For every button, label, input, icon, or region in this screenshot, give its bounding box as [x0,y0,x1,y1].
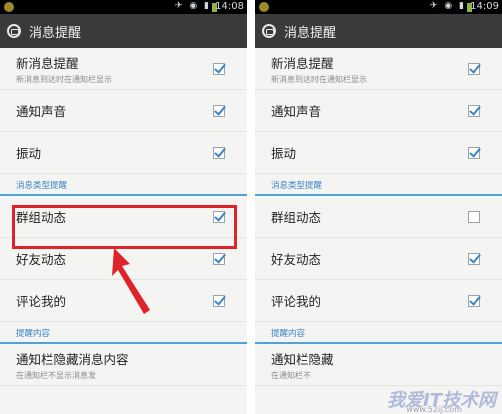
setting-sub: 在通知栏不显示消息发 [16,370,96,380]
setting-label: 评论我的 [16,294,67,309]
setting-hide-content[interactable]: 通知栏隐藏 在通知栏不 [255,344,502,386]
setting-label: 好友动态 [271,252,322,267]
checkbox-comments[interactable] [213,294,225,307]
checkbox-vibrate[interactable] [213,146,225,159]
setting-friend-activity[interactable]: 好友动态 [255,238,502,280]
setting-label: 振动 [271,146,297,161]
watermark-url: www.52ij.com [406,405,462,414]
status-bar: ✈ ◉ ▮ 14:09 [255,0,502,14]
setting-label: 通知声音 [16,104,67,119]
section-message-type: 消息类型提醒 [255,174,502,196]
app-icon[interactable] [7,24,21,38]
setting-new-message[interactable]: 新消息提醒 新消息到达时在通知栏显示 [0,48,247,90]
checkbox-new-message[interactable] [213,62,225,75]
status-time: 14:09 [470,1,499,12]
section-content: 提醒内容 [0,322,247,344]
setting-label: 通知声音 [271,104,322,119]
section-label: 提醒内容 [16,329,51,339]
checkbox-new-message[interactable] [468,62,480,75]
highlight-box [12,205,237,249]
red-arrow-icon [112,248,150,314]
checkbox-friend-activity[interactable] [213,252,225,265]
setting-sub: 新消息到达时在通知栏显示 [271,74,367,84]
section-label: 提醒内容 [271,329,306,339]
checkbox-vibrate[interactable] [468,146,480,159]
section-content: 提醒内容 [255,322,502,344]
notification-icon [259,2,269,12]
setting-label: 好友动态 [16,252,67,267]
setting-sound[interactable]: 通知声音 [255,90,502,132]
checkbox-comments[interactable] [468,294,480,307]
section-message-type: 消息类型提醒 [0,174,247,196]
setting-label: 通知栏隐藏消息内容 [16,351,129,367]
settings-list: 新消息提醒 新消息到达时在通知栏显示 通知声音 振动 消息类型提醒 群组动态 好… [255,48,502,386]
checkbox-group-activity[interactable] [468,210,480,223]
setting-hide-content[interactable]: 通知栏隐藏消息内容 在通知栏不显示消息发 [0,344,247,386]
page-title: 消息提醒 [284,25,337,41]
setting-label: 通知栏隐藏 [271,351,334,367]
section-label: 消息类型提醒 [271,181,323,191]
page-title: 消息提醒 [29,25,82,41]
setting-label: 新消息提醒 [271,55,334,71]
setting-label: 评论我的 [271,294,322,309]
setting-sound[interactable]: 通知声音 [0,90,247,132]
notification-icon [4,2,14,12]
setting-sub: 在通知栏不 [271,370,311,380]
setting-new-message[interactable]: 新消息提醒 新消息到达时在通知栏显示 [255,48,502,90]
setting-vibrate[interactable]: 振动 [255,132,502,174]
phone-left: ✈ ◉ ▮ 14:08 消息提醒 新消息提醒 新消息到达时在通知栏显示 通知声音… [0,0,247,414]
setting-sub: 新消息到达时在通知栏显示 [16,74,112,84]
status-time: 14:08 [215,1,244,12]
setting-group-activity[interactable]: 群组动态 [255,196,502,238]
checkbox-friend-activity[interactable] [468,252,480,265]
signal-wifi-icon: ✈ ◉ ▮ [429,1,466,11]
setting-label: 振动 [16,146,42,161]
action-bar: 消息提醒 [255,14,502,48]
setting-label: 新消息提醒 [16,55,79,71]
setting-vibrate[interactable]: 振动 [0,132,247,174]
action-bar: 消息提醒 [0,14,247,48]
setting-label: 群组动态 [271,210,322,225]
checkbox-sound[interactable] [213,104,225,117]
signal-wifi-icon: ✈ ◉ ▮ [174,1,211,11]
app-icon[interactable] [262,24,276,38]
checkbox-sound[interactable] [468,104,480,117]
section-label: 消息类型提醒 [16,181,68,191]
phone-right: ✈ ◉ ▮ 14:09 消息提醒 新消息提醒 新消息到达时在通知栏显示 通知声音… [255,0,502,414]
status-bar: ✈ ◉ ▮ 14:08 [0,0,247,14]
setting-comments[interactable]: 评论我的 [255,280,502,322]
